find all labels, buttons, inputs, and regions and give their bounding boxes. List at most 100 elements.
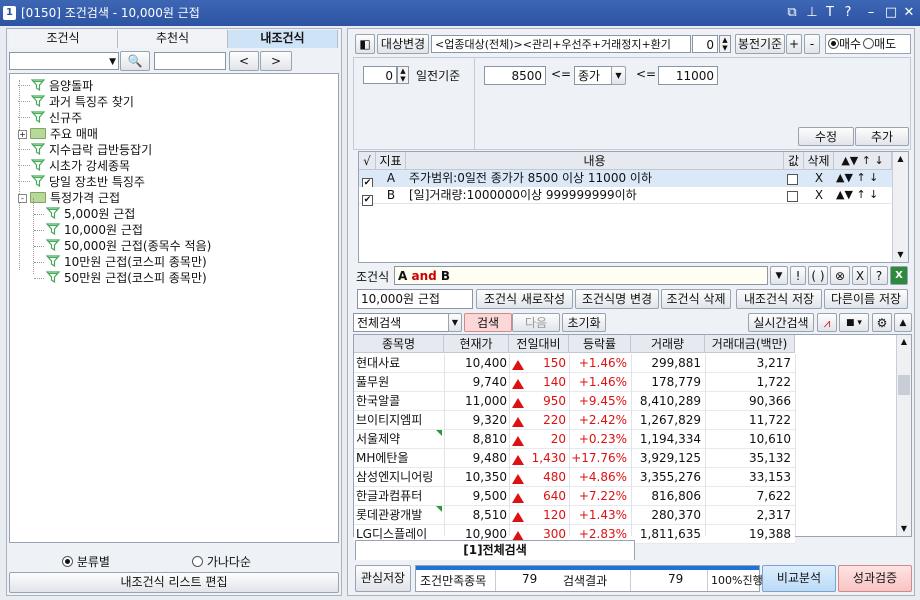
scroll-down-icon[interactable]: ▼ — [897, 522, 911, 536]
view-menu-icon[interactable]: ■ ▾ — [839, 313, 869, 332]
excel-icon[interactable]: X — [890, 266, 908, 285]
delete-row-button[interactable]: X — [804, 187, 834, 203]
chevron-down-icon[interactable]: ▼ — [611, 66, 626, 85]
tree-item[interactable]: 당일 장초반 특징주 — [18, 174, 145, 190]
cond-scrollbar[interactable]: ▲ ▼ — [892, 152, 908, 262]
table-row[interactable]: 현대사료 10,400 150 +1.46% 299,881 3,217 — [354, 354, 795, 373]
xor-button[interactable]: ⊗ — [830, 266, 850, 285]
radio-sell[interactable] — [863, 38, 875, 49]
next-result-button[interactable]: 다음 — [512, 313, 560, 332]
performance-button[interactable]: 성과검증 — [838, 565, 912, 592]
tree-item[interactable]: 지수급락 급반등잡기 — [18, 142, 152, 158]
formula-dropdown[interactable]: ▼ — [770, 266, 788, 285]
low-value-input[interactable]: 8500 — [484, 66, 546, 85]
tab-conditions[interactable]: 조건식 — [9, 30, 118, 48]
delete-row-button[interactable]: X — [804, 170, 834, 186]
paren-button[interactable]: ( ) — [808, 266, 828, 285]
clear-button[interactable]: X — [852, 266, 868, 285]
value-checkbox[interactable] — [787, 191, 798, 202]
tree-item[interactable]: 10,000원 근접 — [34, 222, 143, 238]
bong-button[interactable]: 봉전기준 — [735, 34, 785, 54]
formula-help-button[interactable]: ? — [870, 266, 888, 285]
table-row[interactable]: 한국알콜 11,000 950 +9.45% 8,410,289 90,366 — [354, 392, 795, 411]
plus-button[interactable]: + — [786, 34, 802, 54]
gear-icon[interactable]: ⚙ — [872, 313, 892, 332]
save-favorites-button[interactable]: 관심저장 — [355, 565, 411, 592]
row-move-icons[interactable]: ▲▼ ↑ ↓ — [836, 170, 878, 186]
formula-input[interactable]: A and B — [394, 266, 768, 285]
delete-condition-button[interactable]: 조건식 삭제 — [661, 289, 731, 309]
condition-row[interactable]: ✔ B [일]거래량:1000000이상 999999999이하 X ▲▼ ↑ ↓ — [359, 187, 892, 206]
table-row[interactable]: 서울제약 8,810 20 +0.23% 1,194,334 10,610 — [354, 430, 795, 449]
tree-item[interactable]: 50,000원 근접(종목수 적음) — [34, 238, 211, 254]
next-button[interactable]: > — [260, 51, 292, 71]
tree-item[interactable]: 50만원 근접(코스피 종목만) — [34, 270, 207, 286]
bong-input[interactable]: 0 — [692, 35, 718, 53]
tree-item[interactable]: + 주요 매매 — [18, 126, 98, 142]
col-volume[interactable]: 거래량 — [631, 335, 705, 353]
radio-category[interactable]: 분류별 — [62, 553, 110, 570]
search-run-button[interactable]: 검색 — [464, 313, 512, 332]
pin-icon[interactable]: ⊥ — [803, 4, 821, 22]
edit-list-button[interactable]: 내조건식 리스트 편집 — [9, 572, 339, 593]
tree-item[interactable]: 신규주 — [18, 110, 82, 126]
reset-button[interactable]: 초기화 — [562, 313, 606, 332]
not-button[interactable]: ! — [790, 266, 806, 285]
col-name[interactable]: 종목명 — [354, 335, 444, 353]
condition-name-input[interactable]: 10,000원 근접 — [357, 289, 473, 309]
tree-item[interactable]: 과거 특징주 찾기 — [18, 94, 134, 110]
days-spinner-icon[interactable]: ▲ ▼ — [397, 66, 409, 84]
condition-row[interactable]: ✔ A 주가범위:0일전 종가가 8500 이상 11000 이하 X ▲▼ ↑ ↓ — [359, 170, 892, 189]
maximize-icon[interactable]: □ — [882, 4, 900, 22]
prev-button[interactable]: < — [229, 51, 259, 71]
radio-alpha[interactable]: 가나다순 — [192, 553, 251, 570]
scroll-up-icon[interactable]: ▲ — [893, 152, 908, 166]
minus-button[interactable]: - — [804, 34, 820, 54]
table-row[interactable]: 롯데관광개발 8,510 120 +1.43% 280,370 2,317 — [354, 506, 795, 525]
tree-item[interactable]: 시초가 강세종목 — [18, 158, 130, 174]
radio-buy[interactable] — [828, 38, 839, 49]
chevron-down-icon[interactable]: ▼ — [448, 313, 462, 332]
font-size-icon[interactable]: T — [821, 4, 839, 22]
save-as-button[interactable]: 다른이름 저장 — [824, 289, 908, 309]
tab-recommended[interactable]: 추천식 — [118, 30, 228, 48]
col-change[interactable]: 전일대비 — [509, 335, 569, 353]
add-button[interactable]: 추가 — [855, 127, 909, 146]
table-row[interactable]: 풀무원 9,740 140 +1.46% 178,779 1,722 — [354, 373, 795, 392]
close-icon[interactable]: ✕ — [900, 4, 918, 22]
modify-button[interactable]: 수정 — [798, 127, 854, 146]
row-checkbox[interactable]: ✔ — [362, 195, 373, 206]
row-move-icons[interactable]: ▲▼ ↑ ↓ — [836, 187, 878, 203]
tab-my-conditions[interactable]: 내조건식 — [228, 30, 338, 48]
scroll-thumb[interactable] — [898, 375, 910, 395]
search-input[interactable] — [154, 52, 226, 70]
panel-toggle-icon[interactable]: ◧ — [355, 34, 375, 54]
high-value-input[interactable]: 11000 — [658, 66, 718, 85]
scroll-down-icon[interactable]: ▼ — [893, 248, 908, 262]
table-row[interactable]: 삼성엔지니어링 10,350 480 +4.86% 3,355,276 33,153 — [354, 468, 795, 487]
table-row[interactable]: 브이티지엠피 9,320 220 +2.42% 1,267,829 11,722 — [354, 411, 795, 430]
search-button[interactable]: 🔍 — [120, 51, 150, 71]
col-amount[interactable]: 거래대금(백만) — [705, 335, 795, 353]
tree-item[interactable]: 음양돌파 — [18, 78, 93, 94]
tree-item[interactable]: 5,000원 근접 — [34, 206, 135, 222]
target-text[interactable]: <업종대상(전체)><관리+우선주+거래정지+환기 — [431, 35, 691, 53]
spinner-icon[interactable]: ▲ ▼ — [719, 35, 731, 53]
tab-all-search[interactable]: [1]전체검색 — [355, 540, 635, 560]
results-scrollbar[interactable]: ▲ ▼ — [896, 335, 911, 536]
new-condition-button[interactable]: 조건식 새로작성 — [476, 289, 573, 309]
category-select[interactable]: ▼ — [9, 52, 119, 70]
expand-icon[interactable]: + — [18, 130, 27, 139]
help-icon[interactable]: ? — [839, 4, 857, 22]
change-target-button[interactable]: 대상변경 — [377, 34, 429, 54]
days-input[interactable]: 0 — [363, 66, 397, 84]
minimize-icon[interactable]: – — [862, 4, 880, 22]
tree-item[interactable]: 10만원 근접(코스피 종목만) — [34, 254, 207, 270]
table-row[interactable]: MH에탄올 9,480 1,430 +17.76% 3,929,125 35,132 — [354, 449, 795, 468]
field-select[interactable]: 종가 — [574, 66, 612, 85]
layout-icon[interactable]: ⧉ — [783, 4, 801, 22]
col-price[interactable]: 현재가 — [444, 335, 509, 353]
scope-select[interactable]: 전체검색 — [353, 313, 449, 332]
chart-icon[interactable]: ⩘ — [817, 313, 837, 332]
realtime-search-button[interactable]: 실시간검색 — [748, 313, 814, 332]
